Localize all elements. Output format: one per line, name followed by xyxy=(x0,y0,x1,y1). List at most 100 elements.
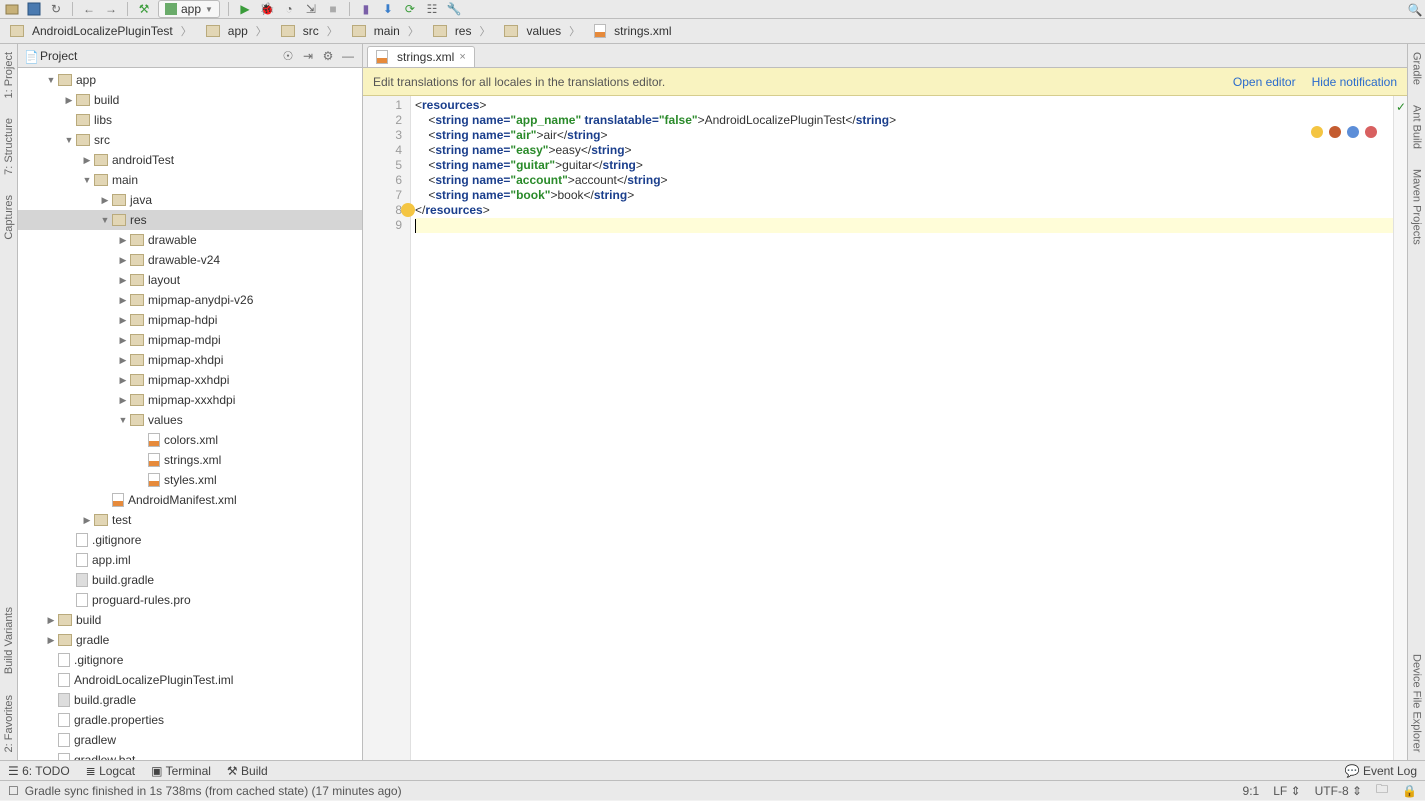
tree-item-proguard-rules.pro[interactable]: proguard-rules.pro xyxy=(18,590,362,610)
tree-item-androidTest[interactable]: ▶androidTest xyxy=(18,150,362,170)
crumb-strings.xml[interactable]: strings.xml xyxy=(588,21,687,41)
intention-bulb-icon[interactable] xyxy=(401,203,415,217)
search-everywhere-icon[interactable]: 🔍 xyxy=(1407,0,1423,19)
tree-item-app[interactable]: ▼app xyxy=(18,70,362,90)
tree-item-colors.xml[interactable]: colors.xml xyxy=(18,430,362,450)
tree-item-mipmap-hdpi[interactable]: ▶mipmap-hdpi xyxy=(18,310,362,330)
close-icon[interactable]: × xyxy=(459,51,465,63)
sdk-icon[interactable]: ⬇ xyxy=(380,1,396,17)
stop-icon[interactable]: ■ xyxy=(325,1,341,17)
tree-item-values[interactable]: ▼values xyxy=(18,410,362,430)
tab-gradle[interactable]: Gradle xyxy=(1411,52,1423,85)
tree-item-app.iml[interactable]: app.iml xyxy=(18,550,362,570)
tree-item-build[interactable]: ▶build xyxy=(18,90,362,110)
tab-maven[interactable]: Maven Projects xyxy=(1411,169,1423,245)
context-icon[interactable]: 🗀 xyxy=(1376,780,1388,801)
tw-todo[interactable]: ☰ 6: TODO xyxy=(8,764,70,778)
profile-icon[interactable]: ◔ xyxy=(281,1,297,17)
tree-item-.gitignore[interactable]: .gitignore xyxy=(18,650,362,670)
tree-item-mipmap-xhdpi[interactable]: ▶mipmap-xhdpi xyxy=(18,350,362,370)
tab-build-variants[interactable]: Build Variants xyxy=(3,607,15,674)
tree-item-.gitignore[interactable]: .gitignore xyxy=(18,530,362,550)
tw-terminal[interactable]: ▣ Terminal xyxy=(151,764,211,778)
build-icon[interactable]: ⚒ xyxy=(136,1,152,17)
tree-item-mipmap-xxxhdpi[interactable]: ▶mipmap-xxxhdpi xyxy=(18,390,362,410)
tab-captures[interactable]: Captures xyxy=(3,195,15,240)
browser-icons xyxy=(1311,126,1377,138)
right-gutter: Gradle Ant Build Maven Projects Device F… xyxy=(1407,44,1425,780)
encoding[interactable]: UTF-8 ⇕ xyxy=(1315,784,1362,798)
open-editor-link[interactable]: Open editor xyxy=(1233,75,1296,89)
tree-item-strings.xml[interactable]: strings.xml xyxy=(18,450,362,470)
tree-item-mipmap-anydpi-v26[interactable]: ▶mipmap-anydpi-v26 xyxy=(18,290,362,310)
tree-item-src[interactable]: ▼src xyxy=(18,130,362,150)
run-icon[interactable]: ▶ xyxy=(237,1,253,17)
collapse-icon[interactable]: ⇥ xyxy=(300,48,316,64)
caret-position[interactable]: 9:1 xyxy=(1243,784,1260,798)
tree-item-build.gradle[interactable]: build.gradle xyxy=(18,690,362,710)
crumb-main[interactable]: main xyxy=(346,20,427,42)
tab-project[interactable]: 1: Project xyxy=(3,52,15,98)
crumb-res[interactable]: res xyxy=(427,20,499,42)
crumb-src[interactable]: src xyxy=(275,20,346,42)
tree-item-drawable[interactable]: ▶drawable xyxy=(18,230,362,250)
crumb-app[interactable]: app xyxy=(200,20,275,42)
tree-item-gradlew[interactable]: gradlew xyxy=(18,730,362,750)
crumb-values[interactable]: values xyxy=(498,20,588,42)
status-bar: ☐ Gradle sync finished in 1s 738ms (from… xyxy=(0,780,1425,800)
tab-strings-xml[interactable]: strings.xml × xyxy=(367,46,475,67)
tree-item-mipmap-xxhdpi[interactable]: ▶mipmap-xxhdpi xyxy=(18,370,362,390)
sync-icon[interactable]: ⟳ xyxy=(402,1,418,17)
tree-item-AndroidManifest.xml[interactable]: AndroidManifest.xml xyxy=(18,490,362,510)
tab-favorites[interactable]: 2: Favorites xyxy=(3,695,15,752)
undo-icon[interactable]: ← xyxy=(81,1,97,17)
code-area[interactable]: <resources> <string name="app_name" tran… xyxy=(411,96,1393,780)
editor-body[interactable]: 123456789 <resources> <string name="app_… xyxy=(363,96,1407,780)
tree-item-gradle[interactable]: ▶gradle xyxy=(18,630,362,650)
tab-label: strings.xml xyxy=(397,50,454,64)
tree-item-gradle.properties[interactable]: gradle.properties xyxy=(18,710,362,730)
tree-item-build.gradle[interactable]: build.gradle xyxy=(18,570,362,590)
gear-icon[interactable]: ⚙ xyxy=(320,48,336,64)
tree-item-mipmap-mdpi[interactable]: ▶mipmap-mdpi xyxy=(18,330,362,350)
tree-item-res[interactable]: ▼res xyxy=(18,210,362,230)
tree-item-java[interactable]: ▶java xyxy=(18,190,362,210)
structure-icon[interactable]: ☷ xyxy=(424,1,440,17)
tree-item-libs[interactable]: libs xyxy=(18,110,362,130)
attach-icon[interactable]: ⇲ xyxy=(303,1,319,17)
tw-eventlog[interactable]: 💬 Event Log xyxy=(1345,764,1417,778)
tree-item-layout[interactable]: ▶layout xyxy=(18,270,362,290)
breadcrumb: AndroidLocalizePluginTestappsrcmainresva… xyxy=(0,19,1425,44)
avd-icon[interactable]: ▮ xyxy=(358,1,374,17)
lock-icon[interactable]: 🔒 xyxy=(1402,784,1417,798)
main-toolbar: ↻ ← → ⚒ app ▼ ▶ 🐞 ◔ ⇲ ■ ▮ ⬇ ⟳ ☷ 🔧 🔍 xyxy=(0,0,1425,19)
hide-notification-link[interactable]: Hide notification xyxy=(1312,75,1397,89)
tree-item-test[interactable]: ▶test xyxy=(18,510,362,530)
run-config-label: app xyxy=(181,2,201,16)
project-tree[interactable]: ▼app▶buildlibs▼src▶androidTest▼main▶java… xyxy=(18,68,362,780)
run-config-combo[interactable]: app ▼ xyxy=(158,0,220,18)
tool-icon[interactable]: 🔧 xyxy=(446,1,462,17)
translations-banner: Edit translations for all locales in the… xyxy=(363,68,1407,96)
save-icon[interactable] xyxy=(26,1,42,17)
target-icon[interactable]: ☉ xyxy=(280,48,296,64)
tree-item-drawable-v24[interactable]: ▶drawable-v24 xyxy=(18,250,362,270)
redo-icon[interactable]: → xyxy=(103,1,119,17)
tree-item-AndroidLocalizePluginTest.iml[interactable]: AndroidLocalizePluginTest.iml xyxy=(18,670,362,690)
open-icon[interactable] xyxy=(4,1,20,17)
crumb-AndroidLocalizePluginTest[interactable]: AndroidLocalizePluginTest xyxy=(4,20,200,42)
line-separator[interactable]: LF ⇕ xyxy=(1273,784,1300,798)
tw-build[interactable]: ⚒ Build xyxy=(227,764,268,778)
tab-ant[interactable]: Ant Build xyxy=(1411,105,1423,149)
tab-structure[interactable]: 7: Structure xyxy=(3,118,15,175)
project-header: 📄 Project ☉ ⇥ ⚙ — xyxy=(18,44,362,68)
minimize-icon[interactable]: — xyxy=(340,48,356,64)
refresh-icon[interactable]: ↻ xyxy=(48,1,64,17)
tree-item-build[interactable]: ▶build xyxy=(18,610,362,630)
tree-item-main[interactable]: ▼main xyxy=(18,170,362,190)
tw-logcat[interactable]: ≣ Logcat xyxy=(86,764,135,778)
tree-item-styles.xml[interactable]: styles.xml xyxy=(18,470,362,490)
tab-device-explorer[interactable]: Device File Explorer xyxy=(1411,654,1423,752)
status-icon[interactable]: ☐ xyxy=(8,784,19,798)
debug-icon[interactable]: 🐞 xyxy=(259,1,275,17)
